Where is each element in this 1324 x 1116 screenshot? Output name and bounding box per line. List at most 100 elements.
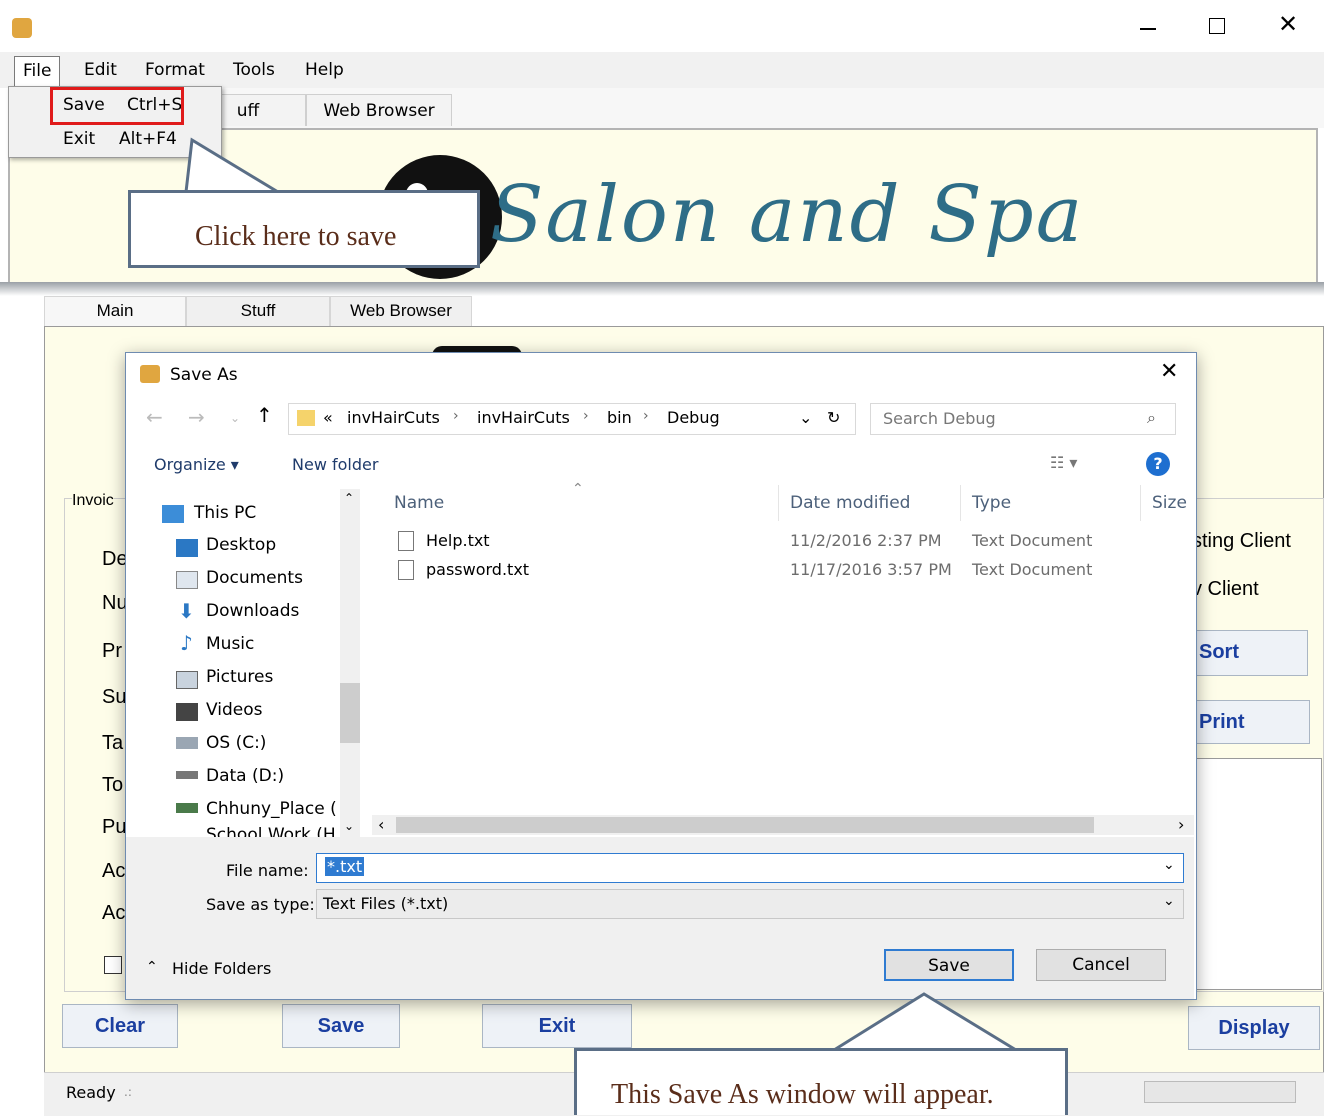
dialog-save-button[interactable]: Save [884,949,1014,981]
column-size[interactable]: Size [1152,493,1187,513]
sort-button[interactable]: Sort [1188,630,1308,676]
breadcrumb-item[interactable]: bin [607,408,632,427]
callout-text: Click here to save [195,221,397,252]
search-icon: ⌕ [1147,408,1156,427]
table-row[interactable]: Help.txt 11/2/2016 2:37 PM Text Document [392,529,1172,555]
tab-stuff-2[interactable]: Stuff [186,296,330,326]
menu-file[interactable]: File [14,56,61,87]
chevron-down-icon[interactable]: ⌄ [1163,857,1175,873]
desktop-icon [176,539,198,557]
invoice-group-label: Invoic [72,492,114,510]
menu-tools[interactable]: Tools [229,58,279,82]
file-type: Text Document [972,531,1093,550]
h-scroll-thumb[interactable] [396,817,1094,833]
nav-documents[interactable]: Documents [206,568,303,588]
dialog-title: Save As [170,365,238,385]
form-label: To [102,774,124,796]
menu-exit[interactable]: Exit [63,129,95,149]
back-arrow-icon[interactable]: ← [146,405,163,429]
radio-new-client[interactable]: v Client [1192,578,1259,601]
list-box[interactable] [1186,758,1322,990]
videos-icon [176,703,198,721]
breadcrumb-overflow[interactable]: « [323,408,333,427]
breadcrumb-item[interactable]: invHairCuts [477,408,570,427]
save-button-main[interactable]: Save [282,1004,400,1048]
hide-folders-button[interactable]: Hide Folders [172,959,271,978]
radio-existing-client[interactable]: sting Client [1192,530,1291,553]
horizontal-scrollbar[interactable]: ‹ › [372,815,1194,835]
file-name-value: *.txt [325,857,365,876]
file-type: Text Document [972,560,1093,579]
help-icon[interactable]: ? [1146,452,1170,476]
view-options-icon[interactable]: ☷ ▾ [1050,453,1077,472]
status-text: Ready [66,1083,116,1102]
chevron-down-icon[interactable]: ⌄ [1163,893,1175,909]
save-type-select[interactable]: Text Files (*.txt) ⌄ [316,889,1184,919]
maximize-button[interactable] [1209,18,1225,34]
navigation-pane: This PC Desktop Documents Downloads Musi… [126,485,362,837]
banner-title: Salon and Spa [490,170,1085,260]
nav-chhuny-place[interactable]: Chhuny_Place (E [206,799,338,819]
tab-web-browser-2[interactable]: Web Browser [330,296,472,326]
search-input[interactable]: Search Debug ⌕ [870,403,1176,435]
nav-this-pc[interactable]: This PC [194,503,256,523]
checkbox[interactable] [104,956,122,974]
breadcrumb-item[interactable]: Debug [667,408,720,427]
form-label: Pr [102,640,122,662]
downloads-icon: ⬇ [178,599,195,623]
breadcrumb-item[interactable]: invHairCuts [347,408,440,427]
nav-downloads[interactable]: Downloads [206,601,299,621]
pc-icon [162,505,184,523]
exit-button[interactable]: Exit [482,1004,632,1048]
scroll-thumb[interactable] [340,683,360,743]
top-app-window: ✕ File Edit Format Tools Help uff Web Br… [0,0,1324,290]
menu-help[interactable]: Help [301,58,348,82]
file-name-input[interactable]: *.txt ⌄ [316,853,1184,883]
table-row[interactable]: password.txt 11/17/2016 3:57 PM Text Doc… [392,558,1172,584]
file-name: password.txt [426,560,530,579]
close-button[interactable]: ✕ [1278,10,1298,38]
address-bar[interactable]: « invHairCuts › invHairCuts › bin › Debu… [288,403,856,435]
scroll-left-icon[interactable]: ‹ [378,815,384,834]
save-as-dialog: Save As ✕ ← → ⌄ ↑ « invHairCuts › invHai… [125,352,1197,1000]
print-button[interactable]: Print [1188,700,1310,744]
column-type[interactable]: Type [972,493,1011,513]
chevron-right-icon: › [453,408,459,424]
form-label: Nu [102,592,128,614]
forward-arrow-icon[interactable]: → [188,405,205,429]
nav-os-c[interactable]: OS (C:) [206,733,266,753]
nav-music[interactable]: Music [206,634,254,654]
column-date-modified[interactable]: Date modified [790,493,910,513]
nav-data-d[interactable]: Data (D:) [206,766,284,786]
scroll-right-icon[interactable]: › [1178,815,1184,834]
nav-scrollbar[interactable]: ⌃ ⌄ [340,489,360,837]
menu-edit[interactable]: Edit [80,58,121,82]
refresh-icon[interactable]: ↻ [827,408,840,427]
scroll-up-icon[interactable]: ⌃ [344,491,354,505]
menu-format[interactable]: Format [141,58,209,82]
nav-videos[interactable]: Videos [206,700,263,720]
nav-desktop[interactable]: Desktop [206,535,276,555]
nav-pictures[interactable]: Pictures [206,667,273,687]
chevron-right-icon: › [583,408,589,424]
new-folder-button[interactable]: New folder [292,455,378,474]
save-type-value: Text Files (*.txt) [323,894,449,913]
dialog-close-icon[interactable]: ✕ [1160,359,1178,384]
nav-school-work[interactable]: School Work (H [206,825,338,837]
chevron-up-icon[interactable]: ⌃ [146,959,158,975]
file-date: 11/17/2016 3:57 PM [790,560,952,579]
up-arrow-icon[interactable]: ↑ [256,403,273,427]
tab-main[interactable]: Main [44,296,186,326]
recent-dropdown-icon[interactable]: ⌄ [230,411,240,425]
callout-pointer-2 [830,992,1022,1052]
display-button[interactable]: Display [1188,1006,1320,1050]
chevron-down-icon[interactable]: ⌄ [799,408,812,427]
dialog-cancel-button[interactable]: Cancel [1036,949,1166,981]
organize-button[interactable]: Organize ▾ [154,455,239,474]
minimize-button[interactable] [1140,28,1156,30]
form-label: Ac [102,902,126,924]
clear-button[interactable]: Clear [62,1004,178,1048]
scroll-down-icon[interactable]: ⌄ [344,819,354,833]
tab-web-browser[interactable]: Web Browser [306,94,452,126]
column-name[interactable]: Name [394,493,444,513]
